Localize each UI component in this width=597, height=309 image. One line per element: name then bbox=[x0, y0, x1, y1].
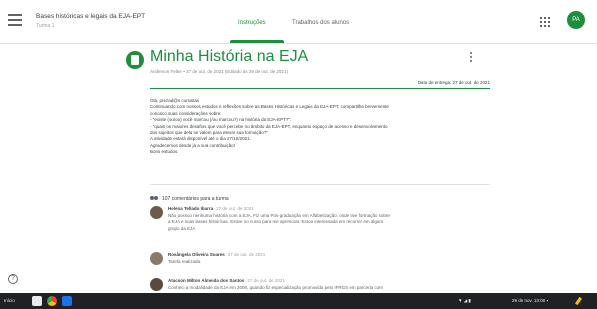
launcher-button[interactable]: Início bbox=[4, 298, 15, 303]
stylus-icon[interactable] bbox=[575, 297, 585, 305]
comment-line: Conheci a modalidade da EJA em 2006, qua… bbox=[168, 285, 383, 290]
commenter-avatar bbox=[150, 278, 163, 291]
people-icon bbox=[150, 195, 159, 202]
assignment-meta: Anderson Felter • 27 de out. de 2021 (Ed… bbox=[150, 69, 288, 74]
comment-header: Helena Tellado Ibarra 27 de out. de 2021 bbox=[168, 206, 254, 211]
comment-author: Rosângela Oliveira Soares bbox=[168, 252, 225, 257]
assignment-icon bbox=[126, 51, 144, 69]
comment-date: 27 de out. de 2021 bbox=[227, 252, 266, 257]
comment-header: Rosângela Oliveira Soares 27 de out. de 2… bbox=[168, 252, 265, 257]
system-tray[interactable]: ▼ ◢ ▮ bbox=[458, 298, 471, 304]
apps-grid-icon[interactable] bbox=[540, 17, 550, 27]
comment-date: 27 de out. de 2021 bbox=[247, 278, 285, 283]
course-subtitle: Turma 1 bbox=[36, 23, 55, 29]
help-icon[interactable]: ? bbox=[8, 274, 18, 284]
title-divider bbox=[150, 88, 490, 89]
tab-instructions[interactable]: Instruções bbox=[238, 20, 266, 26]
comment-author: Helena Tellado Ibarra bbox=[168, 206, 214, 211]
comment-item: Helena Tellado Ibarra 27 de out. de 2021 … bbox=[150, 206, 490, 242]
comment-item: Rosângela Oliveira Soares 27 de out. de 2… bbox=[150, 252, 490, 272]
instruction-line: Bons estudos. bbox=[150, 149, 179, 155]
user-avatar[interactable]: PA bbox=[567, 11, 585, 29]
tab-student-work[interactable]: Trabalhos dos alunos bbox=[292, 20, 349, 26]
comment-text: Conheci a modalidade da EJA em 2006, qua… bbox=[168, 285, 490, 291]
comment-text: Não possuo nenhuma história com a EJA. F… bbox=[168, 213, 490, 232]
more-options-icon[interactable] bbox=[470, 52, 474, 64]
course-title[interactable]: Bases históricas e legais da EJA-EPT bbox=[36, 13, 145, 20]
commenter-avatar bbox=[150, 206, 163, 219]
top-app-bar: Bases históricas e legais da EJA-EPT Tur… bbox=[0, 0, 597, 44]
docs-app-icon[interactable] bbox=[62, 296, 72, 306]
assignment-instructions: Olá, prezad@s cursistas Continuando com … bbox=[150, 98, 490, 156]
files-app-icon[interactable] bbox=[32, 296, 42, 306]
comment-author: Atacson Milton Almeida dos Santos bbox=[168, 278, 245, 283]
class-comments-header[interactable]: 107 comentários para a turma bbox=[150, 190, 229, 202]
active-tab-indicator bbox=[230, 40, 284, 43]
chrome-app-icon[interactable] bbox=[47, 296, 57, 306]
comment-text: Tarefa realizada. bbox=[168, 259, 490, 265]
comments-divider bbox=[150, 184, 490, 185]
comments-count: 107 comentários para a turma bbox=[162, 195, 229, 202]
comment-line: Tarefa realizada. bbox=[168, 259, 202, 264]
commenter-avatar bbox=[150, 252, 163, 265]
os-taskbar: Início ▼ ◢ ▮ 29 de nov. 13:00 ▪ bbox=[0, 293, 597, 309]
clock[interactable]: 29 de nov. 13:00 ▪ bbox=[512, 298, 548, 303]
due-date: Data de entrega: 27 de out. de 2021 bbox=[417, 80, 490, 85]
comment-line: grupo da EJA. bbox=[168, 225, 197, 231]
comment-header: Atacson Milton Almeida dos Santos 27 de o… bbox=[168, 278, 285, 283]
comment-date: 27 de out. de 2021 bbox=[216, 206, 254, 211]
menu-icon[interactable] bbox=[8, 14, 22, 26]
comment-item: Atacson Milton Almeida dos Santos 27 de o… bbox=[150, 278, 490, 292]
assignment-title: Minha História na EJA bbox=[150, 48, 309, 65]
